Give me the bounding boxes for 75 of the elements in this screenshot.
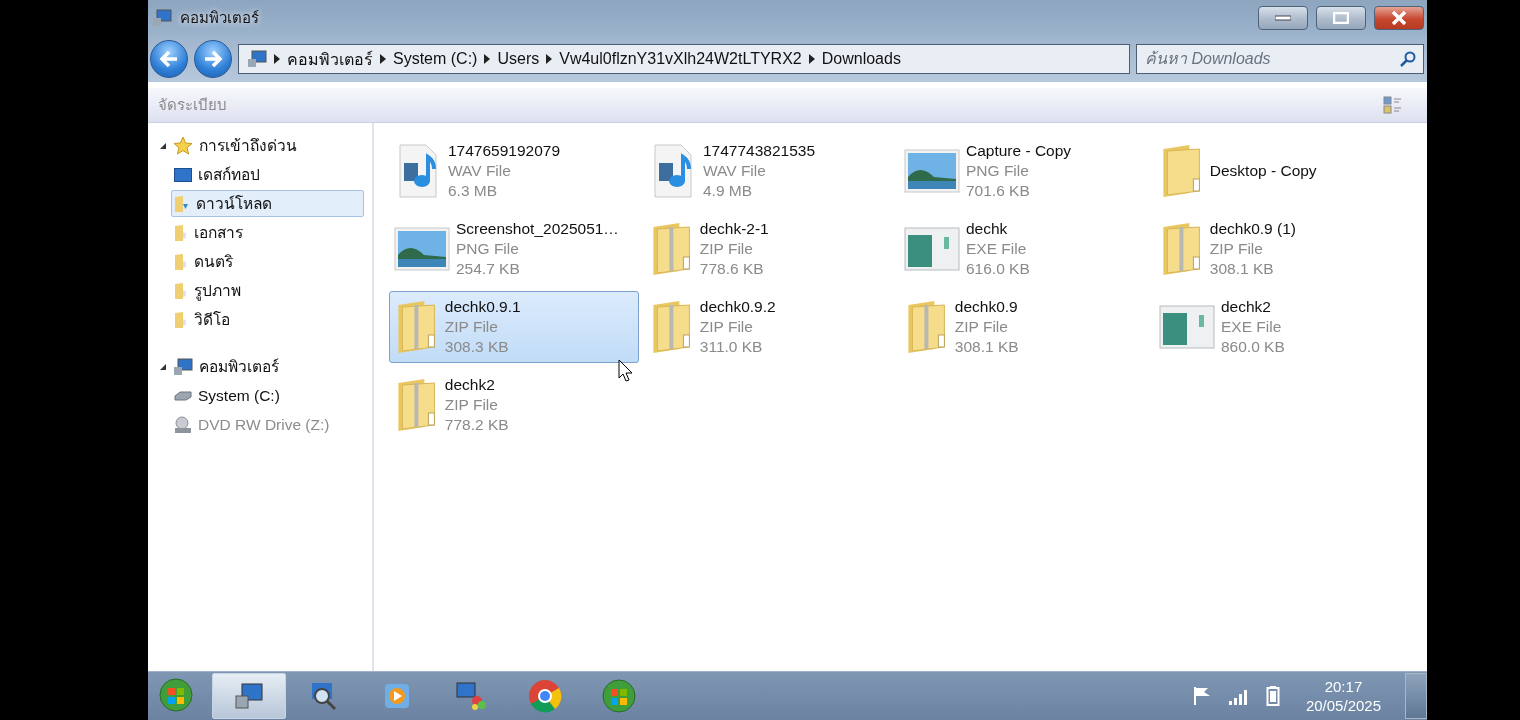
sidebar-item[interactable]: เอกสาร bbox=[171, 219, 364, 246]
search-field[interactable]: ค้นหา Downloads bbox=[1136, 44, 1424, 74]
battery-icon[interactable] bbox=[1265, 685, 1280, 707]
file-item[interactable]: dechk0.9 (1) ZIP File 308.1 KB bbox=[1154, 213, 1404, 285]
maximize-button[interactable] bbox=[1316, 6, 1366, 30]
folder-icon bbox=[174, 223, 188, 242]
media-player-icon bbox=[382, 681, 412, 711]
window-title: คอมพิวเตอร์ bbox=[180, 8, 260, 28]
breadcrumb-item[interactable]: System (C:) bbox=[393, 50, 478, 68]
address-bar[interactable]: คอมพิวเตอร์ System (C:) Users Vw4ul0flznY31vXlh24W2tLTYRX2 Downloads bbox=[238, 44, 1130, 74]
file-item[interactable]: 1747743821535 WAV File 4.9 MB bbox=[644, 135, 894, 207]
sidebar-item[interactable]: ดนตริ bbox=[171, 248, 364, 275]
windows-orb-icon bbox=[159, 677, 193, 712]
browser-icon bbox=[528, 679, 562, 713]
chevron-icon[interactable] bbox=[546, 54, 553, 64]
file-item[interactable]: dechk-2-1 ZIP File 778.6 KB bbox=[644, 213, 894, 285]
computer-icon bbox=[152, 9, 172, 27]
mouse-pointer-icon bbox=[618, 359, 634, 383]
minimize-button[interactable] bbox=[1258, 6, 1308, 30]
computer-icon bbox=[234, 682, 264, 710]
file-item[interactable]: Screenshot_2025051… PNG File 254.7 KB bbox=[389, 213, 639, 285]
file-item[interactable]: dechk0.9 ZIP File 308.1 KB bbox=[899, 291, 1149, 363]
breadcrumb-item[interactable]: Users bbox=[497, 50, 540, 68]
folder-icon bbox=[174, 281, 188, 300]
file-item[interactable]: dechk2 EXE File 860.0 KB bbox=[1154, 291, 1404, 363]
close-button[interactable] bbox=[1374, 6, 1424, 30]
chevron-icon[interactable] bbox=[380, 54, 386, 64]
landscape-image-icon bbox=[394, 227, 450, 271]
application-window-icon bbox=[1159, 305, 1215, 349]
landscape-image-icon bbox=[904, 149, 960, 193]
clock[interactable]: 20:17 20/05/2025 bbox=[1305, 677, 1381, 715]
sidebar-item[interactable]: รูปภาพ bbox=[171, 277, 364, 304]
file-item[interactable]: dechk2 ZIP File 778.2 KB bbox=[389, 369, 639, 441]
breadcrumb-item[interactable]: Downloads bbox=[821, 50, 901, 68]
disc-drive-icon bbox=[174, 415, 192, 434]
file-item[interactable]: dechk0.9.1 ZIP File 308.3 KB bbox=[389, 291, 639, 363]
computer-icon bbox=[173, 357, 193, 376]
star-icon bbox=[173, 135, 193, 156]
chevron-icon[interactable] bbox=[808, 54, 815, 64]
sidebar-section[interactable]: การเข้าถึงด่วน bbox=[158, 132, 364, 159]
breadcrumb-item[interactable]: Vw4ul0flznY31vXlh24W2tLTYRX2 bbox=[559, 50, 802, 68]
expanded-triangle-icon[interactable] bbox=[159, 141, 167, 150]
sidebar-item[interactable]: System (C:) bbox=[171, 382, 364, 409]
computer-icon bbox=[247, 50, 267, 68]
file-item[interactable]: Desktop - Copy bbox=[1154, 135, 1404, 207]
expanded-triangle-icon[interactable] bbox=[159, 362, 167, 371]
search-icon[interactable] bbox=[1400, 51, 1416, 67]
chevron-icon[interactable] bbox=[274, 54, 280, 64]
file-item[interactable]: dechk0.9.2 ZIP File 311.0 KB bbox=[644, 291, 894, 363]
minimize-icon bbox=[1275, 15, 1291, 21]
close-icon bbox=[1391, 11, 1407, 25]
maximize-icon bbox=[1333, 12, 1349, 24]
file-item[interactable]: 1747659192079 WAV File 6.3 MB bbox=[389, 135, 639, 207]
breadcrumb-item[interactable]: คอมพิวเตอร์ bbox=[287, 46, 373, 72]
desktop-icon bbox=[174, 167, 192, 182]
folder-icon bbox=[174, 252, 188, 271]
hard-drive-icon bbox=[174, 390, 192, 401]
back-arrow-icon bbox=[159, 50, 179, 68]
sidebar-item[interactable]: เดสก์ทอป bbox=[171, 161, 364, 188]
file-item[interactable]: Capture - Copy PNG File 701.6 KB bbox=[899, 135, 1149, 207]
chevron-icon[interactable] bbox=[484, 54, 491, 64]
view-options-icon[interactable] bbox=[1383, 96, 1403, 114]
download-folder-icon bbox=[174, 194, 190, 213]
file-item[interactable]: dechk EXE File 616.0 KB bbox=[899, 213, 1149, 285]
windows-orb-icon bbox=[602, 679, 636, 713]
sidebar-item[interactable]: วิดีโอ bbox=[171, 306, 364, 333]
forward-arrow-icon bbox=[203, 50, 223, 68]
folder-icon bbox=[174, 310, 188, 329]
sidebar-item[interactable]: ดาวน์โหลด bbox=[171, 190, 364, 217]
application-window-icon bbox=[904, 227, 960, 271]
taskbar-button[interactable] bbox=[212, 673, 286, 719]
paint-icon bbox=[455, 681, 487, 711]
sidebar-section[interactable]: คอมพิวเตอร์ bbox=[158, 353, 364, 380]
forward-button[interactable] bbox=[194, 40, 232, 78]
back-button[interactable] bbox=[150, 40, 188, 78]
